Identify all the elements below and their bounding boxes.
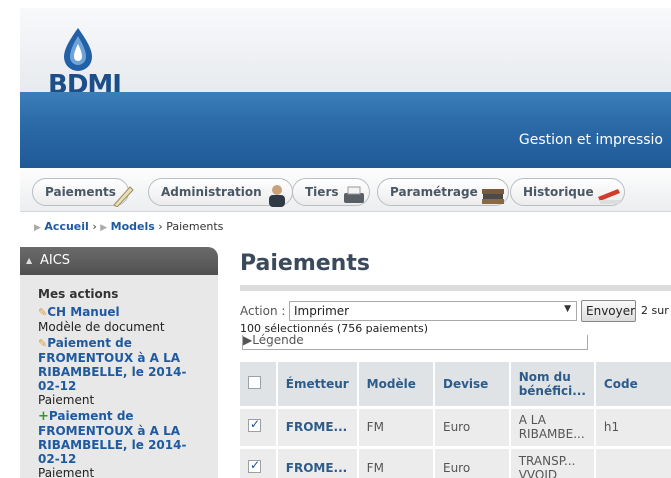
printer-icon <box>343 186 364 203</box>
cell-nom: A LA RIBAMBE... <box>509 405 596 447</box>
payments-table: Émetteur Modèle Devise Nom du bénéfici..… <box>240 362 671 478</box>
app-header: BDMI Gestion et impressio <box>20 8 671 168</box>
action-select-value: Imprimer <box>294 304 350 318</box>
tab-paiements[interactable]: Paiements <box>32 178 134 207</box>
sidebar-section-title: Mes actions <box>38 287 119 301</box>
legend-fieldset[interactable]: ▶Légende <box>242 333 588 350</box>
breadcrumb-separator: › <box>92 220 97 233</box>
table-header-row: Émetteur Modèle Devise Nom du bénéfici..… <box>240 362 671 407</box>
row-checkbox[interactable] <box>248 417 261 432</box>
tab-parametrage[interactable]: Paramétrage <box>377 178 509 206</box>
action-label: Action : <box>240 304 286 318</box>
list-item: ✎CH Manuel Modèle de document <box>38 305 208 334</box>
tab-label: Administration <box>161 185 262 199</box>
sidebar-body: Mes actions ✎CH Manuel Modèle de documen… <box>20 275 218 478</box>
cell-devise: Euro <box>433 405 511 447</box>
breadcrumb-home[interactable]: Accueil <box>44 220 88 233</box>
send-button[interactable]: Envoyer <box>581 300 636 322</box>
breadcrumb-current: Paiements <box>166 220 224 233</box>
cell-nom: TRANSP... VVOID <box>509 445 596 478</box>
page-gutter <box>0 0 20 478</box>
breadcrumb-separator: › <box>158 220 163 233</box>
cell-modele: FM <box>357 405 435 447</box>
cell-code <box>594 445 671 478</box>
column-header-nom-beneficiaire[interactable]: Nom du bénéfici... <box>509 362 596 407</box>
user-icon <box>268 185 285 207</box>
breadcrumb: ▶ Accueil › ▶ Models › Paiements <box>34 220 223 233</box>
cell-code: h1 <box>594 405 671 447</box>
plus-icon: + <box>38 409 49 424</box>
sidebar: ▲ AICS Mes actions ✎CH Manuel Modèle de … <box>20 247 218 478</box>
app-subtitle: Gestion et impressio <box>518 132 663 148</box>
legend-toggle[interactable]: ▶Légende <box>243 333 308 347</box>
select-all-checkbox[interactable] <box>248 375 261 389</box>
selection-counter: 2 sur <box>641 304 669 317</box>
table-row: FROME... FM Euro TRANSP... VVOID <box>240 445 671 478</box>
action-link[interactable]: Paiement de FROMENTOUX à A LA RIBAMBELLE… <box>38 336 186 393</box>
action-link[interactable]: CH Manuel <box>47 305 119 319</box>
books-icon <box>481 189 504 204</box>
header-top: BDMI <box>20 8 671 100</box>
list-item: +Paiement de FROMENTOUX à A LA RIBAMBELL… <box>38 409 208 478</box>
tab-label: Paramétrage <box>390 185 478 199</box>
main-content: Paiements Action : Imprimer ▼ Envoyer 2 … <box>240 247 671 478</box>
column-header-code[interactable]: Code <box>594 362 671 407</box>
column-header-modele[interactable]: Modèle <box>357 362 435 407</box>
action-type: Paiement <box>38 393 95 407</box>
collapse-caret-icon: ▲ <box>26 256 33 265</box>
action-type: Paiement <box>38 466 95 478</box>
column-header-devise[interactable]: Devise <box>433 362 511 407</box>
pencil-icon: ✎ <box>38 306 48 319</box>
action-link[interactable]: Paiement de FROMENTOUX à A LA RIBAMBELLE… <box>38 409 186 466</box>
list-item: ✎Paiement de FROMENTOUX à A LA RIBAMBELL… <box>38 336 208 407</box>
sidebar-header-label: AICS <box>40 253 71 268</box>
table-row: FROME... FM Euro A LA RIBAMBE... h1 <box>240 405 671 447</box>
column-header-emetteur[interactable]: Émetteur <box>276 362 359 407</box>
pencil-icon: ✎ <box>38 337 48 350</box>
dropdown-arrow-icon: ▼ <box>564 304 571 314</box>
page-title: Paiements <box>240 251 370 276</box>
select-all-cell <box>240 362 278 407</box>
cell-emetteur[interactable]: FROME... <box>276 405 359 447</box>
sidebar-header[interactable]: ▲ AICS <box>20 247 218 275</box>
tab-label: Paiements <box>45 185 116 199</box>
triangle-right-icon: ▶ <box>100 223 108 233</box>
title-divider <box>240 285 671 291</box>
cell-modele: FM <box>357 445 435 478</box>
stapler-icon <box>597 189 620 204</box>
action-select[interactable]: Imprimer ▼ <box>289 301 577 321</box>
breadcrumb-models[interactable]: Models <box>111 220 155 233</box>
row-checkbox[interactable] <box>248 458 261 473</box>
row-select-cell <box>240 445 278 478</box>
drop-logo-icon <box>64 28 92 71</box>
tab-label: Historique <box>523 185 594 199</box>
cell-devise: Euro <box>433 445 511 478</box>
tab-tiers[interactable]: Tiers <box>292 178 370 206</box>
tab-administration[interactable]: Administration <box>148 178 293 207</box>
header-band: Gestion et impressio <box>20 92 671 168</box>
tab-label: Tiers <box>305 185 339 199</box>
pen-icon <box>113 186 134 207</box>
tab-historique[interactable]: Historique <box>510 178 625 206</box>
main-nav: Paiements Administration Tiers Paramétra… <box>20 168 671 212</box>
row-select-cell <box>240 405 278 447</box>
triangle-right-icon: ▶ <box>34 223 41 233</box>
cell-emetteur[interactable]: FROME... <box>276 445 359 478</box>
action-type: Modèle de document <box>38 320 165 334</box>
